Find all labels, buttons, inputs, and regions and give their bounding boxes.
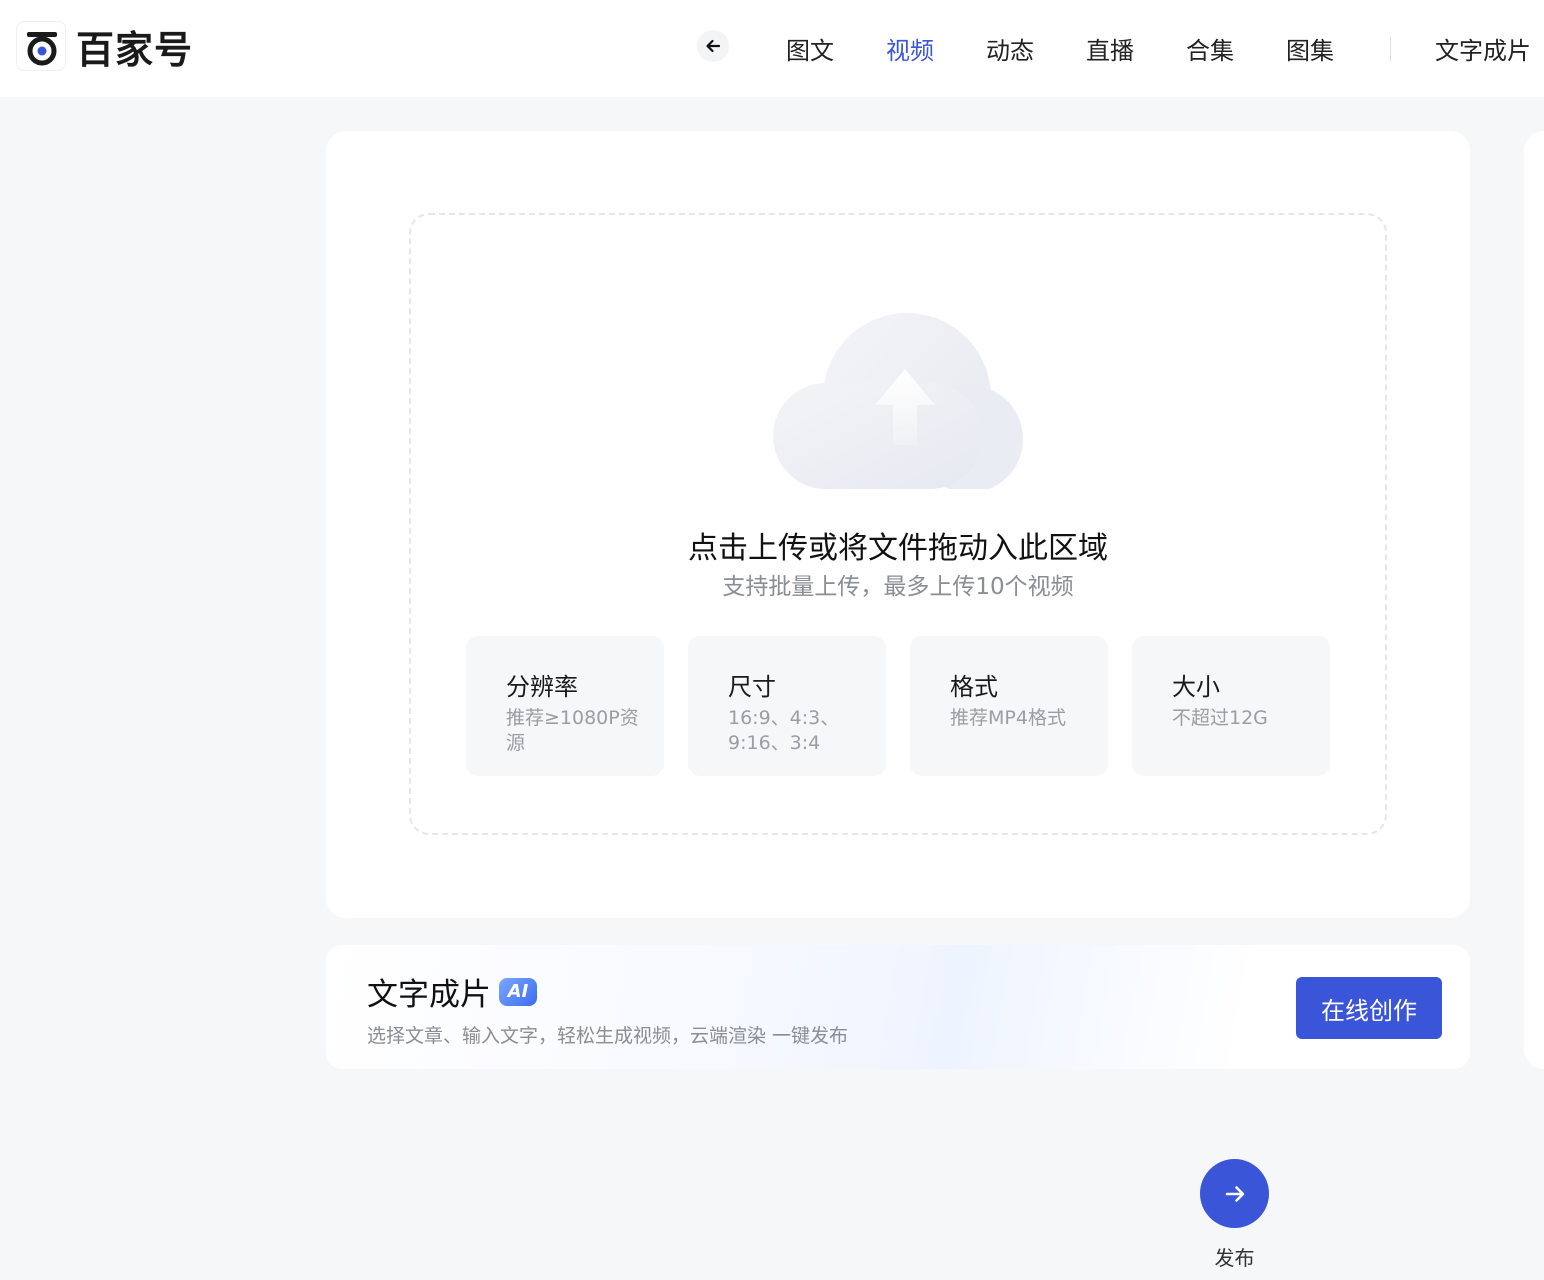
spec-desc: 不超过12G (1172, 707, 1268, 729)
upload-subtitle: 支持批量上传，最多上传10个视频 (722, 574, 1074, 600)
spec-desc: 推荐MP4格式 (950, 707, 1066, 729)
ai-card-title: 文字成片 AI (367, 969, 537, 1014)
spec-title: 分辨率 (506, 673, 578, 701)
side-panel-edge (1524, 131, 1544, 1069)
publish-label: 发布 (1214, 1246, 1255, 1270)
ai-title-text: 文字成片 (367, 977, 491, 1013)
brand-logo[interactable]: 百家号 (16, 20, 193, 72)
content-type-nav: 图文 视频 动态 直播 合集 图集 文字成片 (760, 0, 1531, 97)
arrow-right-icon (1225, 1185, 1244, 1202)
text-to-video-card: 文字成片 AI 选择文章、输入文字，轻松生成视频，云端渲染 一键发布 在线创作 (326, 945, 1470, 1069)
tab-live[interactable]: 直播 (1086, 31, 1134, 66)
upload-drop-zone[interactable]: 点击上传或将文件拖动入此区域 支持批量上传，最多上传10个视频 分辨率 推荐≥1… (409, 213, 1387, 835)
spec-desc: 16:9、4:3、9:16、3:4 (728, 707, 840, 754)
logo-text: 百家号 (76, 27, 194, 72)
nav-divider (1390, 36, 1391, 61)
publish-button[interactable] (1200, 1159, 1269, 1228)
spec-resolution: 分辨率 推荐≥1080P资源 (466, 636, 664, 776)
cloud-upload-icon (773, 313, 1023, 489)
tab-dynamic[interactable]: 动态 (986, 31, 1034, 66)
spec-size: 尺寸 16:9、4:3、9:16、3:4 (688, 636, 886, 776)
spec-filesize: 大小 不超过12G (1132, 636, 1330, 776)
online-create-button[interactable]: 在线创作 (1296, 977, 1442, 1039)
spec-format: 格式 推荐MP4格式 (910, 636, 1108, 776)
ai-badge: AI (499, 977, 537, 1006)
arrow-left-icon (706, 39, 721, 53)
top-header: 百家号 图文 视频 动态 直播 合集 图集 文字成片 (0, 0, 1544, 97)
baijiahao-logo-icon (16, 21, 66, 71)
upload-title: 点击上传或将文件拖动入此区域 (688, 531, 1108, 566)
tab-gallery[interactable]: 图集 (1286, 31, 1334, 66)
upload-card: 点击上传或将文件拖动入此区域 支持批量上传，最多上传10个视频 分辨率 推荐≥1… (326, 131, 1470, 918)
tab-collection[interactable]: 合集 (1186, 31, 1234, 66)
spec-desc: 推荐≥1080P资源 (506, 707, 639, 754)
tab-text-to-video[interactable]: 文字成片 (1435, 31, 1531, 66)
back-button[interactable] (697, 30, 729, 62)
spec-title: 大小 (1172, 673, 1220, 701)
spec-title: 格式 (950, 673, 998, 701)
tab-article[interactable]: 图文 (786, 31, 834, 66)
tab-video[interactable]: 视频 (886, 31, 934, 66)
spec-title: 尺寸 (728, 673, 776, 701)
upload-specs: 分辨率 推荐≥1080P资源 尺寸 16:9、4:3、9:16、3:4 格式 推… (466, 636, 1330, 776)
ai-card-description: 选择文章、输入文字，轻松生成视频，云端渲染 一键发布 (367, 1025, 849, 1047)
